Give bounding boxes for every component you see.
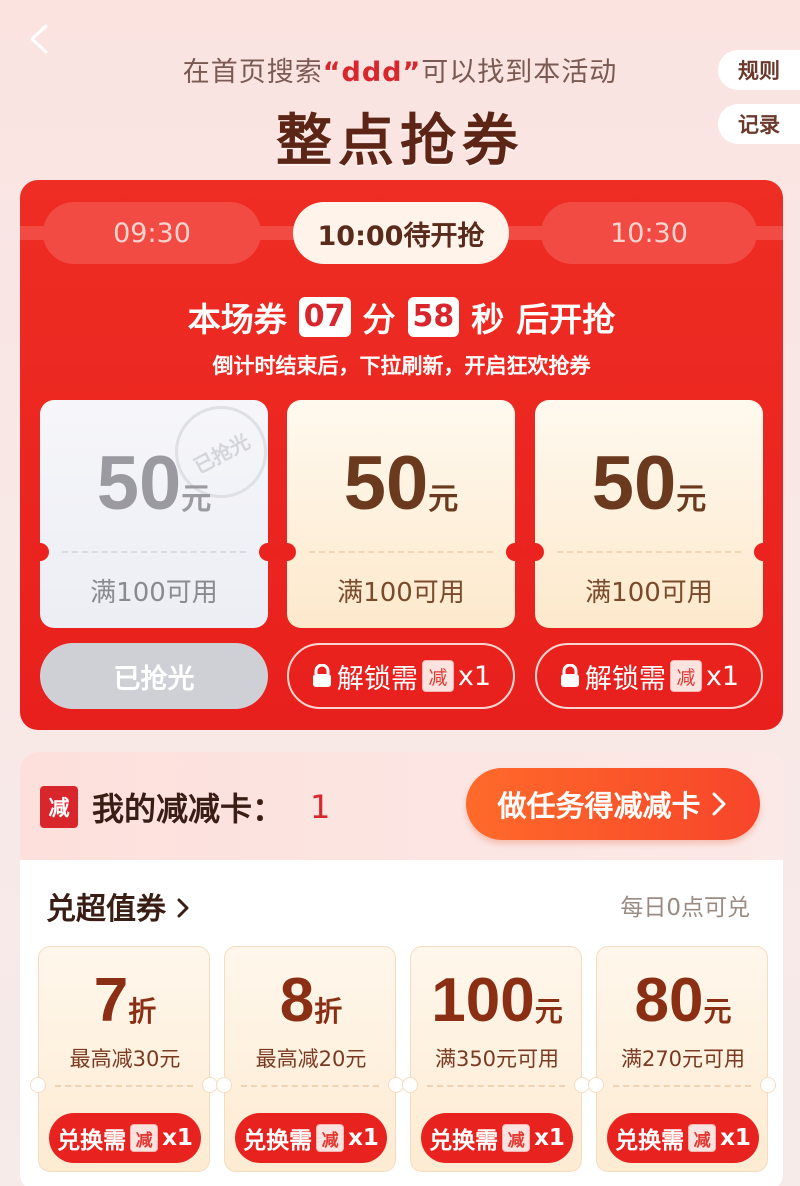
exchange-value: 7折	[93, 966, 157, 1035]
divider	[309, 551, 493, 553]
countdown-prefix: 本场券	[187, 300, 287, 339]
exchange-button[interactable]: 兑换需 减 x1	[235, 1113, 387, 1163]
tab-timeslot-1000[interactable]: 10:00待开抢	[293, 202, 509, 264]
minus-card-icon: 减	[421, 660, 454, 692]
lock-icon	[560, 664, 579, 687]
exchange-value: 80元	[634, 966, 732, 1035]
exchange-coupon: 100元 满350元可用 兑换需 减 x1	[402, 946, 590, 1172]
unlock-label: 解锁需	[336, 663, 418, 695]
page-title: 整点抢券	[276, 109, 524, 174]
unlock-button[interactable]: 解锁需 减 x1	[535, 643, 763, 709]
divider	[62, 551, 246, 553]
exchange-value: 100元	[431, 966, 563, 1035]
countdown: 本场券 07 分 58 秒 后开抢	[20, 293, 783, 341]
coupon-amount: 50元	[591, 441, 707, 526]
minus-card-icon: 减	[316, 1124, 345, 1152]
do-tasks-label: 做任务得减减卡	[497, 789, 701, 823]
sold-out-button[interactable]: 已抢光	[40, 643, 268, 709]
exchange-title-link[interactable]: 兑超值券	[46, 884, 190, 928]
minus-card-icon: 减	[502, 1124, 531, 1152]
exchange-coupon: 8折 最高减20元 兑换需 减 x1	[216, 946, 404, 1172]
tab-timeslot-1030[interactable]: 10:30	[541, 202, 757, 264]
coupon-condition: 满100可用	[90, 578, 218, 608]
divider	[557, 551, 741, 553]
countdown-min-unit: 分	[362, 300, 396, 339]
my-cards-row: 减 我的减减卡： 1	[40, 784, 330, 830]
coupon-card: 已抢光 50元 满100可用	[31, 389, 284, 628]
coupon-amount: 50元	[343, 441, 459, 526]
tab-timeslot-0930[interactable]: 09:30	[43, 202, 261, 264]
exchange-title: 兑超值券	[46, 892, 166, 927]
rules-button[interactable]: 规则	[718, 50, 800, 90]
exchange-button[interactable]: 兑换需 减 x1	[607, 1113, 759, 1163]
countdown-seconds: 58	[407, 297, 460, 337]
exchange-note: 每日0点可兑	[620, 895, 750, 921]
minus-card-icon: 减	[130, 1124, 159, 1152]
coupon-condition: 满100可用	[585, 578, 713, 608]
do-tasks-button[interactable]: 做任务得减减卡	[466, 768, 760, 840]
exchange-coupon: 80元 满270元可用 兑换需 减 x1	[588, 946, 776, 1172]
coupon-card: 50元 满100可用	[526, 400, 772, 628]
coupon-card: 50元 满100可用	[278, 400, 524, 628]
exchange-value: 8折	[279, 966, 343, 1035]
minus-card-icon: 减	[688, 1124, 717, 1152]
hint-keyword: “ddd”	[322, 57, 422, 88]
exchange-desc: 最高减30元	[69, 1047, 181, 1071]
coupon-condition: 满100可用	[337, 578, 465, 608]
unlock-label: 解锁需	[584, 663, 666, 695]
countdown-subtitle: 倒计时结束后，下拉刷新，开启狂欢抢券	[212, 354, 591, 378]
exchange-desc: 最高减20元	[255, 1047, 367, 1071]
exchange-desc: 满350元可用	[434, 1047, 560, 1071]
countdown-suffix: 后开抢	[516, 300, 616, 339]
my-cards-count: 1	[310, 788, 331, 826]
coupon-amount: 50元	[96, 441, 212, 526]
unlock-count: x1	[705, 660, 740, 692]
exchange-button[interactable]: 兑换需 减 x1	[49, 1113, 201, 1163]
unlock-count: x1	[457, 660, 492, 692]
chevron-right-icon	[712, 792, 725, 816]
hint-suffix: 可以找到本活动	[421, 57, 618, 88]
countdown-minutes: 07	[298, 297, 351, 337]
countdown-sec-unit: 秒	[471, 300, 505, 339]
hint-prefix: 在首页搜索	[182, 57, 323, 88]
exchange-coupon: 7折 最高减30元 兑换需 减 x1	[30, 946, 218, 1172]
exchange-button[interactable]: 兑换需 减 x1	[421, 1113, 573, 1163]
minus-card-icon: 减	[40, 786, 78, 828]
exchange-desc: 满270元可用	[620, 1047, 746, 1071]
search-hint: 在首页搜索“ddd”可以找到本活动	[0, 50, 800, 89]
minus-card-icon: 减	[669, 660, 702, 692]
my-cards-label: 我的减减卡：	[92, 790, 285, 828]
unlock-button[interactable]: 解锁需 减 x1	[287, 643, 515, 709]
chevron-right-icon	[177, 898, 189, 918]
lock-icon	[312, 664, 331, 687]
